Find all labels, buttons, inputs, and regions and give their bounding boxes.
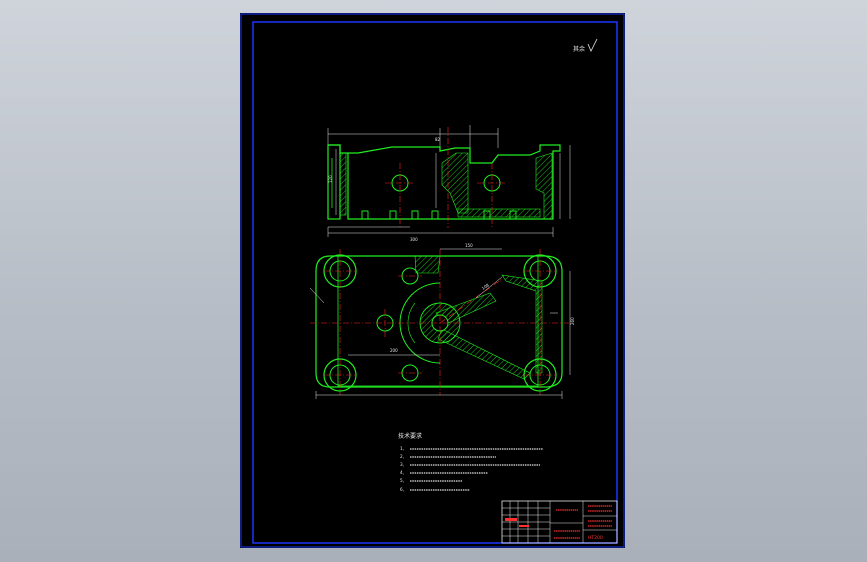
svg-text:260: 260 [570, 317, 575, 325]
front-section-view: 82 300 120 [327, 125, 571, 242]
top-plan-view: 200 150 260 108 [309, 243, 575, 399]
tech-requirement-item: 1、 [400, 446, 407, 451]
title-block-material: HT200 [588, 535, 603, 541]
roughness-label: 其余 [573, 45, 585, 53]
outer-border [240, 13, 625, 548]
cad-viewport[interactable]: 其余 82 300 120 200 150 260 108 技术要求 1、 2、… [0, 0, 867, 562]
tech-requirement-item: 6、 [400, 487, 407, 492]
drawing-canvas: 其余 82 300 120 200 150 260 108 技术要求 1、 2、… [240, 13, 625, 548]
svg-text:200: 200 [390, 348, 398, 353]
svg-text:150: 150 [465, 243, 473, 248]
tech-requirement-item: 5、 [400, 478, 407, 483]
tech-requirement-item: 4、 [400, 470, 407, 475]
svg-text:120: 120 [328, 175, 333, 183]
tech-requirement-item: 2、 [400, 454, 407, 459]
title-block: HT200 [501, 500, 618, 544]
tech-requirement-item: 3、 [400, 462, 407, 467]
svg-text:108: 108 [481, 282, 490, 291]
tech-requirements-list: 1、 2、 3、 4、 5、 6、 [400, 446, 407, 492]
svg-text:300: 300 [410, 237, 418, 242]
roughness-symbol: 其余 [573, 38, 598, 53]
tech-requirements-title: 技术要求 [398, 432, 422, 440]
svg-text:82: 82 [435, 137, 441, 142]
technical-requirements: 技术要求 1、 2、 3、 4、 5、 6、 [398, 432, 543, 492]
drawing-sheet: 其余 82 300 120 200 150 260 108 技术要求 1、 2、… [240, 13, 625, 548]
